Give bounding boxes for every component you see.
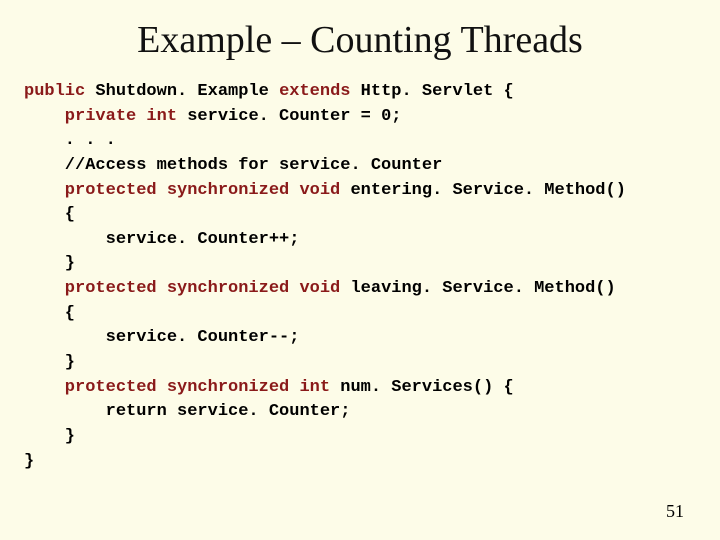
code-text: } (24, 452, 34, 471)
code-text: } (24, 353, 75, 372)
page-number: 51 (666, 501, 684, 522)
code-text: } (24, 427, 75, 446)
code-text: service. Counter = 0; (177, 107, 401, 126)
kw-protected-sync-int: protected synchronized int (24, 378, 330, 397)
code-text: service. Counter++; (24, 230, 299, 249)
code-text: num. Services() { (330, 378, 514, 397)
code-text: entering. Service. Method() (340, 181, 626, 200)
code-text: { (24, 304, 75, 323)
kw-protected-sync-void: protected synchronized void (24, 279, 340, 298)
code-text: . . . (24, 131, 116, 150)
code-text: { (24, 205, 75, 224)
kw-private-int: private int (24, 107, 177, 126)
slide-title: Example – Counting Threads (24, 18, 696, 62)
code-text: leaving. Service. Method() (340, 279, 615, 298)
code-text: Shutdown. Example (85, 82, 279, 101)
kw-extends: extends (279, 82, 350, 101)
code-block: public Shutdown. Example extends Http. S… (24, 80, 696, 474)
code-comment: //Access methods for service. Counter (24, 156, 442, 175)
kw-public: public (24, 82, 85, 101)
slide: Example – Counting Threads public Shutdo… (0, 0, 720, 540)
kw-protected-sync-void: protected synchronized void (24, 181, 340, 200)
code-text: } (24, 254, 75, 273)
code-text: Http. Servlet { (350, 82, 513, 101)
code-text: service. Counter--; (24, 328, 299, 347)
code-text: return service. Counter; (24, 402, 350, 421)
